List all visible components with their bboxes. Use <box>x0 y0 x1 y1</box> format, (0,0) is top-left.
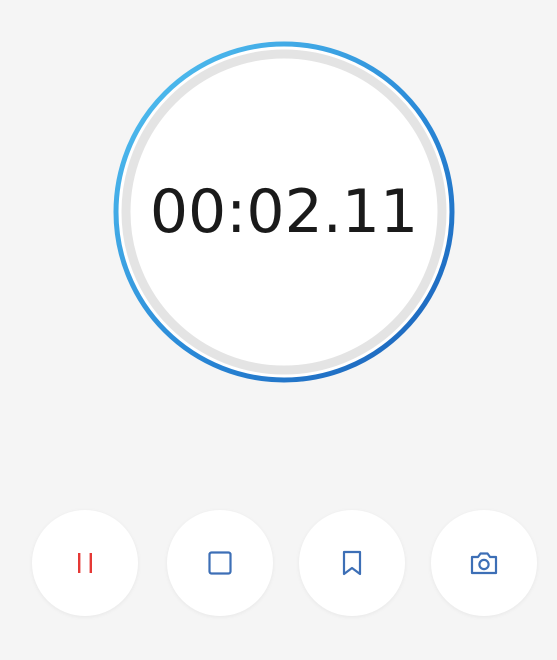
camera-icon <box>468 549 500 577</box>
stop-icon <box>206 549 234 577</box>
screenshot-button[interactable] <box>431 510 537 616</box>
elapsed-time: 00:02.11 <box>149 177 419 247</box>
stopwatch-screen: 00:02.11 <box>0 0 557 660</box>
pause-icon <box>74 550 96 576</box>
stopwatch-dial: 00:02.11 <box>108 36 460 388</box>
bookmark-icon <box>339 549 365 577</box>
controls-bar <box>0 510 557 620</box>
stop-button[interactable] <box>167 510 273 616</box>
pause-button[interactable] <box>32 510 138 616</box>
lap-button[interactable] <box>299 510 405 616</box>
